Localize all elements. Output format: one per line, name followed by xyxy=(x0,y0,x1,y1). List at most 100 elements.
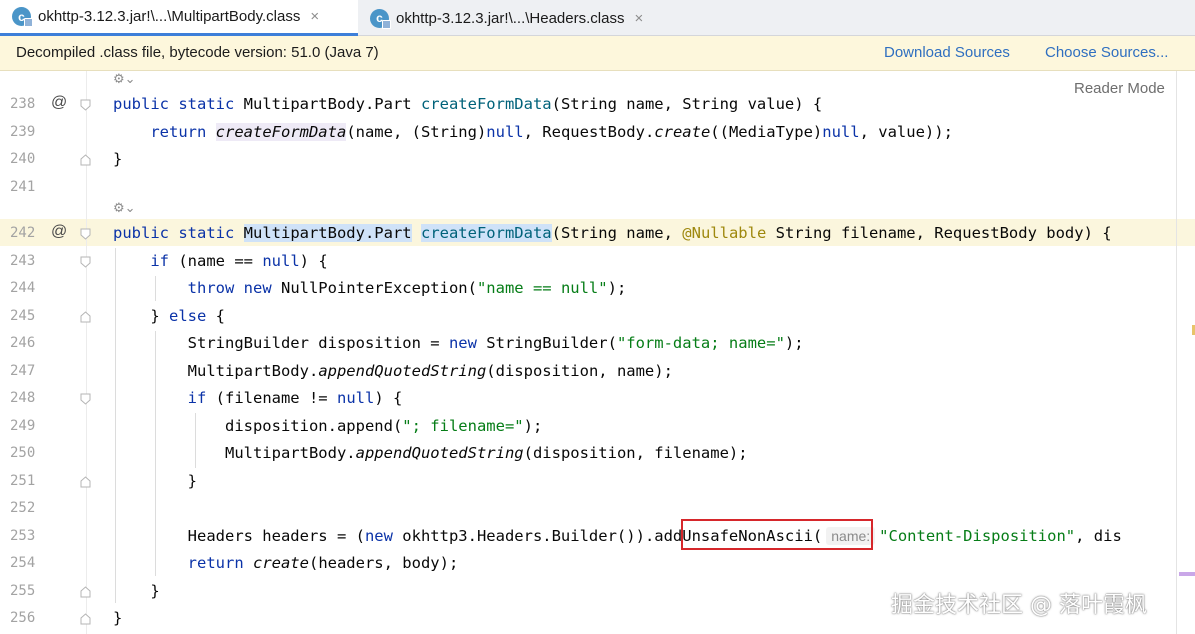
fold-close-icon[interactable] xyxy=(80,586,91,598)
download-sources-link[interactable]: Download Sources xyxy=(884,44,1010,61)
line-number: 239 xyxy=(10,124,36,140)
class-file-icon: c xyxy=(370,8,391,29)
code-line-245: } else { xyxy=(113,305,225,327)
line-number: 248 xyxy=(10,390,36,406)
choose-sources-link[interactable]: Choose Sources... xyxy=(1045,44,1168,61)
override-marker-icon[interactable]: @ xyxy=(51,223,67,241)
code-line-248: if (filename != null) { xyxy=(113,387,403,409)
tab-multipartbody[interactable]: c okhttp-3.12.3.jar!\...\MultipartBody.c… xyxy=(0,0,358,36)
code-token: public static xyxy=(113,224,244,242)
fold-close-icon[interactable] xyxy=(80,613,91,625)
decompiled-banner: Decompiled .class file, bytecode version… xyxy=(0,36,1195,71)
code-token: (name, (String) xyxy=(346,123,487,141)
code-token: } xyxy=(150,307,169,325)
code-token: if xyxy=(150,252,179,270)
line-number: 243 xyxy=(10,253,36,269)
code-token: create xyxy=(654,123,711,141)
line-number: 251 xyxy=(10,473,36,489)
code-vision-icon[interactable]: ⚙︎⌄ xyxy=(113,72,136,87)
code-token: throw xyxy=(187,279,244,297)
code-token: , RequestBody. xyxy=(523,123,655,141)
code-line-242: public static MultipartBody.Part createF… xyxy=(113,222,1112,244)
fold-open-icon[interactable] xyxy=(80,256,91,268)
code-token: new xyxy=(243,279,281,297)
fold-close-icon[interactable] xyxy=(80,154,91,166)
code-token: StringBuilder( xyxy=(486,334,617,352)
code-line-251: } xyxy=(113,470,197,492)
close-icon[interactable]: × xyxy=(310,8,319,25)
code-token: new xyxy=(448,334,487,352)
code-token: NullPointerException( xyxy=(280,279,477,297)
code-token: (disposition, filename); xyxy=(523,444,748,462)
code-token: "; filename=" xyxy=(402,417,524,435)
code-token: MultipartBody.Part xyxy=(243,224,412,242)
code-token: return xyxy=(150,123,216,141)
line-number: 252 xyxy=(10,500,36,516)
fold-close-icon[interactable] xyxy=(80,476,91,488)
code-token: else xyxy=(169,307,216,325)
line-number: 242 xyxy=(10,225,36,241)
override-marker-icon[interactable]: @ xyxy=(51,94,67,112)
code-token: null xyxy=(486,123,524,141)
line-number: 246 xyxy=(10,335,36,351)
code-token: ((MediaType) xyxy=(710,123,823,141)
line-number: 247 xyxy=(10,363,36,379)
code-token: new xyxy=(364,527,403,545)
fold-open-icon[interactable] xyxy=(80,393,91,405)
code-token: appendQuotedString xyxy=(318,362,487,380)
code-token: (String name, String value) { xyxy=(551,95,823,113)
line-number: 238 xyxy=(10,96,36,112)
code-token: createFormData xyxy=(215,123,347,141)
code-token: createFormData xyxy=(420,95,552,113)
line-number: 245 xyxy=(10,308,36,324)
code-token: null xyxy=(262,252,300,270)
fold-close-icon[interactable] xyxy=(80,311,91,323)
line-number: 241 xyxy=(10,179,36,195)
reader-mode-button[interactable]: Reader Mode xyxy=(1074,80,1165,97)
close-icon[interactable]: × xyxy=(634,10,643,27)
code-token: MultipartBody. xyxy=(224,444,356,462)
code-line-249: disposition.append("; filename="); xyxy=(113,415,542,437)
class-file-icon: c xyxy=(12,7,33,27)
line-number: 240 xyxy=(10,151,36,167)
code-token: create xyxy=(252,554,309,572)
fold-open-icon[interactable] xyxy=(80,228,91,240)
code-token: appendQuotedString xyxy=(355,444,524,462)
line-number: 250 xyxy=(10,445,36,461)
code-line-238: public static MultipartBody.Part createF… xyxy=(113,93,822,115)
code-token: ); xyxy=(523,417,543,435)
code-line-243: if (name == null) { xyxy=(113,250,327,272)
code-token: public static xyxy=(113,95,244,113)
code-vision-icon[interactable]: ⚙︎⌄ xyxy=(113,201,136,216)
code-token: Headers headers = ( xyxy=(187,527,365,545)
vertical-scrollbar[interactable] xyxy=(1176,71,1177,634)
code-line-246: StringBuilder disposition = new StringBu… xyxy=(113,332,804,354)
code-token: String filename, RequestBody body) { xyxy=(766,224,1112,242)
code-token: MultipartBody. xyxy=(187,362,319,380)
code-token: MultipartBody.Part xyxy=(243,95,421,113)
line-number: 256 xyxy=(10,610,36,626)
code-line-253: Headers headers = (new okhttp3.Headers.B… xyxy=(113,525,1122,547)
line-number: 249 xyxy=(10,418,36,434)
tab-headers[interactable]: c okhttp-3.12.3.jar!\...\Headers.class × xyxy=(358,0,674,36)
code-token: , dis xyxy=(1075,527,1122,545)
code-line-255: } xyxy=(113,580,159,602)
code-token: disposition.append( xyxy=(224,417,403,435)
line-number: 244 xyxy=(10,280,36,296)
fold-open-icon[interactable] xyxy=(80,99,91,111)
code-line-239: return createFormData(name, (String)null… xyxy=(113,121,953,143)
code-token: null xyxy=(336,389,375,407)
line-number: 255 xyxy=(10,583,36,599)
code-token: (String name, xyxy=(551,224,683,242)
